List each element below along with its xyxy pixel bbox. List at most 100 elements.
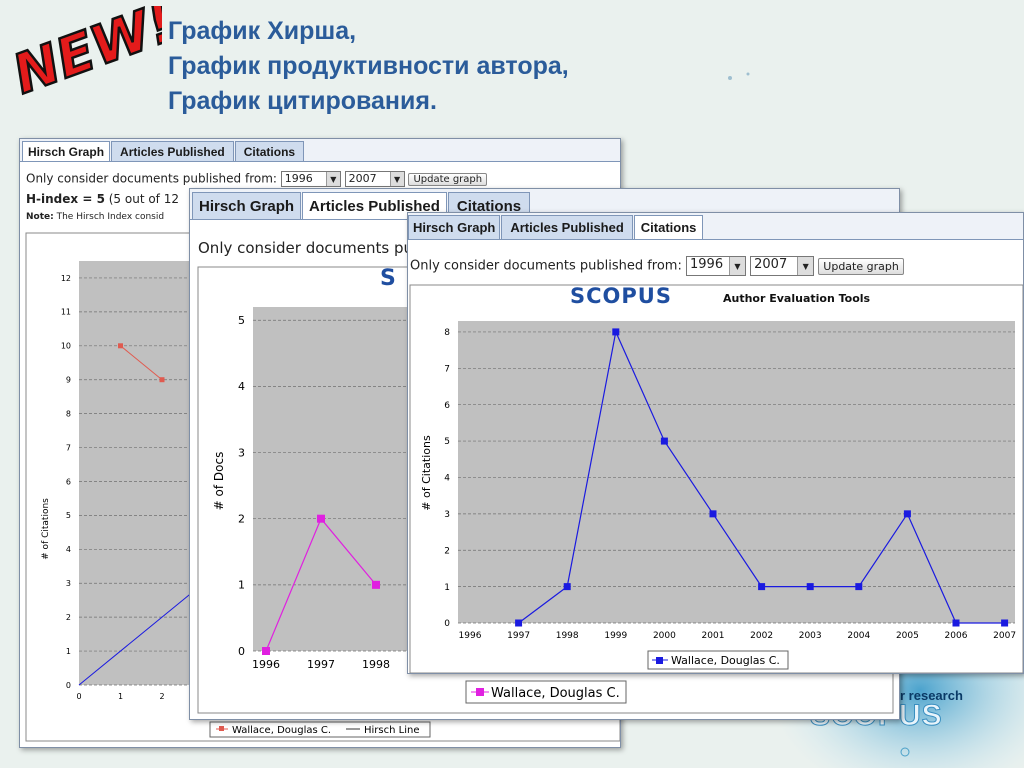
tab-hirsch-graph[interactable]: Hirsch Graph: [408, 215, 501, 239]
citations-panel: Hirsch Graph Articles Published Citation…: [407, 212, 1024, 674]
x-tick-label: 1998: [556, 631, 579, 641]
data-point: [806, 583, 814, 591]
data-point: [159, 377, 165, 383]
hindex-label: H-index =: [26, 192, 97, 206]
y-tick-label: 5: [444, 437, 450, 447]
heading-line-citations: График цитирования.: [168, 87, 437, 115]
note-row: Note: The Hirsch Index consid: [26, 212, 164, 222]
legend-marker-square: [656, 657, 663, 664]
y-tick-label: 4: [238, 380, 245, 393]
y-tick-label: 5: [238, 314, 245, 327]
filter-label: Only consider documents pu: [198, 239, 414, 257]
y-axis-label: # of Citations: [41, 498, 51, 560]
y-tick-label: 7: [444, 364, 450, 374]
x-tick-label: 1999: [604, 631, 627, 641]
heading-line-hirsch: График Хирша,: [168, 17, 357, 45]
filter-row: Only consider documents pu: [198, 239, 413, 257]
y-tick-label: 5: [66, 511, 71, 520]
x-tick-label: 2001: [702, 631, 725, 641]
y-tick-label: 11: [61, 308, 71, 317]
tab-citations[interactable]: Citations: [234, 141, 305, 161]
update-graph-button[interactable]: Update graph: [818, 257, 904, 275]
y-tick-label: 6: [444, 401, 450, 411]
x-tick-label: 2005: [896, 631, 919, 641]
data-point: [262, 647, 270, 655]
data-point: [1001, 619, 1009, 627]
y-tick-label: 0: [66, 681, 71, 690]
x-tick-label: 1996: [252, 658, 280, 671]
y-tick-label: 0: [238, 645, 245, 658]
y-tick-label: 4: [66, 545, 71, 554]
legend-series-label: Wallace, Douglas C.: [232, 725, 331, 736]
x-tick-label: 2004: [847, 631, 870, 641]
x-tick-label: 1997: [307, 658, 335, 671]
note-text: The Hirsch Index consid: [53, 212, 165, 222]
hindex-row: H-index = 5 (5 out of 12: [26, 192, 179, 206]
new-badge: NEW!: [12, 6, 162, 106]
tab-articles-published[interactable]: Articles Published: [501, 215, 633, 239]
hindex-value: 5: [96, 192, 105, 206]
y-axis-label: # of Docs: [212, 452, 226, 511]
data-point: [855, 583, 863, 591]
scopus-logo: SCOPUS: [570, 284, 672, 308]
y-tick-label: 7: [66, 443, 71, 452]
legend-hirsch-line-label: Hirsch Line: [364, 725, 419, 736]
data-point: [952, 619, 960, 627]
data-point: [317, 514, 325, 523]
data-point: [563, 583, 571, 591]
x-tick-label: 1997: [507, 631, 530, 641]
data-point: [758, 583, 766, 591]
filter-label: Only consider documents published from:: [26, 171, 277, 186]
y-tick-label: 1: [444, 583, 450, 593]
data-point: [709, 510, 717, 518]
tab-bar: Hirsch Graph Articles Published Citation…: [20, 139, 620, 162]
filter-label: Only consider documents published from:: [410, 258, 682, 274]
tab-articles-published[interactable]: Articles Published: [111, 141, 234, 161]
x-tick-label: 1998: [362, 658, 390, 671]
x-tick-label: 1: [118, 692, 123, 701]
tab-bar: Hirsch Graph Articles Published Citation…: [408, 213, 1023, 240]
from-year-select[interactable]: 1996 ▼: [280, 171, 341, 187]
x-tick-label: 2000: [653, 631, 676, 641]
legend-series-label: Wallace, Douglas C.: [491, 686, 620, 701]
filter-row: Only consider documents published from: …: [26, 171, 488, 187]
chart-title: Author Evaluation Tools: [723, 292, 871, 305]
to-year-value: 2007: [348, 172, 377, 185]
x-tick-label: 2003: [799, 631, 822, 641]
to-year-value: 2007: [754, 257, 788, 272]
background-brand: r research SCOPUS: [810, 688, 1024, 737]
y-tick-label: 2: [444, 546, 450, 556]
legend-series-label: Wallace, Douglas C.: [671, 654, 780, 667]
new-badge-text: NEW!: [12, 6, 162, 106]
data-point: [372, 580, 380, 589]
tab-hirsch-graph[interactable]: Hirsch Graph: [192, 192, 302, 219]
legend-marker-square: [219, 726, 224, 731]
chevron-down-icon: ▼: [389, 172, 404, 186]
y-tick-label: 12: [61, 274, 71, 283]
data-point: [515, 619, 523, 627]
x-tick-label: 2006: [945, 631, 968, 641]
hindex-detail: (5 out of 12: [104, 192, 179, 206]
from-year-value: 1996: [284, 172, 313, 185]
chevron-down-icon: ▼: [729, 257, 745, 275]
y-tick-label: 9: [66, 376, 71, 385]
tab-citations[interactable]: Citations: [633, 215, 704, 239]
y-tick-label: 2: [238, 513, 245, 526]
to-year-select[interactable]: 2007 ▼: [750, 256, 815, 276]
update-graph-button[interactable]: Update graph: [408, 172, 488, 186]
y-tick-label: 6: [66, 477, 71, 486]
data-point: [612, 328, 620, 336]
y-axis-label: # of Citations: [420, 435, 433, 511]
tab-hirsch-graph[interactable]: Hirsch Graph: [22, 141, 111, 161]
scopus-logo: S: [380, 266, 396, 291]
data-point: [118, 343, 123, 349]
note-label: Note:: [26, 212, 54, 222]
filter-row: Only consider documents published from: …: [410, 256, 904, 276]
from-year-value: 1996: [690, 257, 724, 272]
x-tick-label: 2007: [993, 631, 1016, 641]
y-tick-label: 2: [66, 613, 71, 622]
y-tick-label: 1: [238, 579, 245, 592]
to-year-select[interactable]: 2007 ▼: [344, 171, 405, 187]
y-tick-label: 1: [66, 647, 71, 656]
from-year-select[interactable]: 1996 ▼: [686, 256, 746, 276]
